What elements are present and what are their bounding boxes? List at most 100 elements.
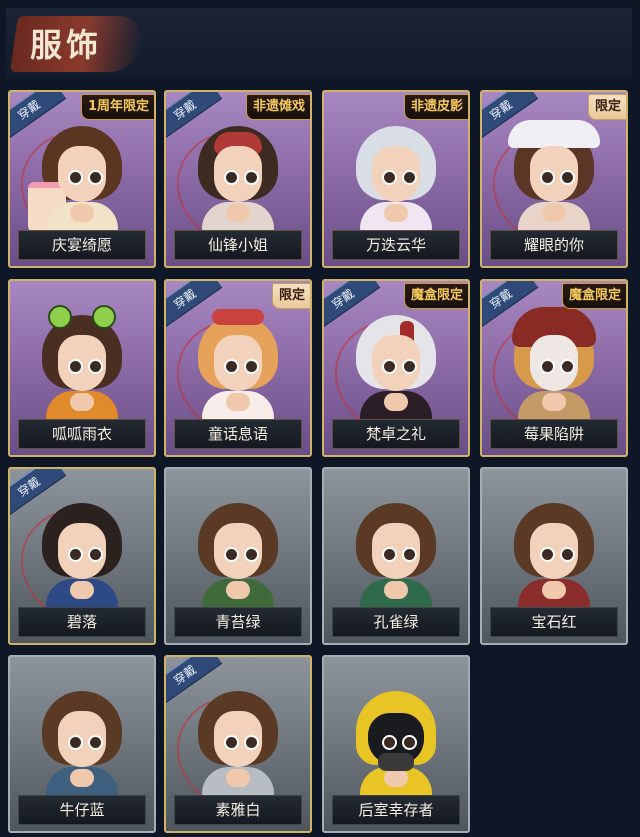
costume-card[interactable]: 穿戴 限定 耀眼的你 — [480, 90, 628, 268]
page-title: 服饰 — [30, 26, 103, 64]
costume-card[interactable]: 穿戴 碧落 — [8, 467, 156, 645]
hands-shape — [384, 204, 408, 222]
character-portrait — [192, 126, 284, 232]
character-portrait — [508, 120, 600, 232]
left-eye-icon — [540, 359, 555, 374]
limited-badge: 1周年限定 — [80, 94, 154, 120]
costume-card[interactable]: 穿戴 非遗傩戏 仙锋小姐 — [164, 90, 312, 268]
costume-name: 庆宴绮愿 — [18, 230, 146, 260]
hands-shape — [542, 204, 566, 222]
character-portrait — [28, 126, 128, 232]
costume-card[interactable]: 牛仔蓝 — [8, 655, 156, 833]
left-eye-icon — [68, 547, 83, 562]
left-eye-icon — [382, 359, 397, 374]
left-eye-icon — [68, 170, 83, 185]
limited-badge: 非遗傩戏 — [245, 94, 310, 120]
costume-name: 素雅白 — [174, 795, 302, 825]
right-eye-icon — [88, 735, 103, 750]
character-portrait — [508, 503, 600, 609]
costume-name: 呱呱雨衣 — [18, 419, 146, 449]
right-eye-icon — [402, 735, 417, 750]
character-portrait — [192, 309, 284, 421]
right-eye-icon — [560, 359, 575, 374]
character-portrait — [192, 691, 284, 797]
costume-name: 后室幸存者 — [332, 795, 460, 825]
hair-bow-icon — [212, 309, 264, 325]
left-eye-icon — [224, 170, 239, 185]
left-eye-icon — [224, 359, 239, 374]
costume-name: 仙锋小姐 — [174, 230, 302, 260]
left-eye-icon — [68, 735, 83, 750]
right-eye-icon — [244, 735, 259, 750]
left-eye-icon — [382, 547, 397, 562]
left-eye-icon — [382, 735, 397, 750]
hands-shape — [384, 393, 408, 411]
costume-name: 耀眼的你 — [490, 230, 618, 260]
costume-card[interactable]: 宝石红 — [480, 467, 628, 645]
right-eye-icon — [402, 170, 417, 185]
right-eye-icon — [244, 359, 259, 374]
left-eye-icon — [540, 170, 555, 185]
character-portrait — [350, 126, 442, 232]
hands-shape — [226, 769, 250, 787]
hands-shape — [70, 204, 94, 222]
frog-hat-icon — [48, 305, 116, 329]
character-portrait — [192, 503, 284, 609]
left-eye-icon — [224, 547, 239, 562]
character-portrait — [508, 307, 600, 421]
hands-shape — [226, 393, 250, 411]
limited-badge: 非遗皮影 — [403, 94, 468, 120]
hands-shape — [542, 393, 566, 411]
costume-name: 莓果陷阱 — [490, 419, 618, 449]
hands-shape — [384, 769, 408, 787]
costume-name: 梵卓之礼 — [332, 419, 460, 449]
costume-card[interactable]: 穿戴 1周年限定 庆宴绮愿 — [8, 90, 156, 268]
character-portrait — [36, 691, 128, 797]
cowboy-hat-icon — [508, 120, 600, 148]
hands-shape — [70, 393, 94, 411]
right-eye-icon — [244, 170, 259, 185]
right-eye-icon — [402, 547, 417, 562]
limited-badge: 限定 — [587, 94, 626, 120]
costume-card[interactable]: 孔雀绿 — [322, 467, 470, 645]
costume-card[interactable]: 后室幸存者 — [322, 655, 470, 833]
left-eye-icon — [224, 735, 239, 750]
hands-shape — [70, 769, 94, 787]
costume-card[interactable]: 非遗皮影 万迭云华 — [322, 90, 470, 268]
costume-name: 宝石红 — [490, 607, 618, 637]
costume-name: 牛仔蓝 — [18, 795, 146, 825]
right-eye-icon — [88, 547, 103, 562]
costume-card[interactable]: 呱呱雨衣 — [8, 279, 156, 457]
hands-shape — [384, 581, 408, 599]
costume-name: 童话息语 — [174, 419, 302, 449]
right-eye-icon — [244, 547, 259, 562]
right-eye-icon — [402, 359, 417, 374]
character-portrait — [350, 315, 442, 421]
costume-card[interactable]: 穿戴 素雅白 — [164, 655, 312, 833]
limited-badge: 魔盒限定 — [561, 283, 626, 309]
character-portrait — [350, 503, 442, 609]
costume-card[interactable]: 穿戴 限定 童话息语 — [164, 279, 312, 457]
limited-badge: 限定 — [271, 283, 310, 309]
costume-card[interactable]: 穿戴 魔盒限定 梵卓之礼 — [322, 279, 470, 457]
right-eye-icon — [88, 170, 103, 185]
right-eye-icon — [560, 547, 575, 562]
left-eye-icon — [382, 170, 397, 185]
right-eye-icon — [88, 359, 103, 374]
left-eye-icon — [68, 359, 83, 374]
hands-shape — [226, 581, 250, 599]
costume-card[interactable]: 穿戴 魔盒限定 莓果陷阱 — [480, 279, 628, 457]
character-portrait — [36, 305, 128, 421]
limited-badge: 魔盒限定 — [403, 283, 468, 309]
costume-card[interactable]: 青苔绿 — [164, 467, 312, 645]
right-eye-icon — [560, 170, 575, 185]
hands-shape — [542, 581, 566, 599]
costume-name: 碧落 — [18, 607, 146, 637]
hands-shape — [70, 581, 94, 599]
character-portrait — [350, 691, 442, 797]
hands-shape — [226, 204, 250, 222]
left-eye-icon — [540, 547, 555, 562]
gas-mask-icon — [378, 753, 414, 771]
character-portrait — [36, 503, 128, 609]
header-bar: 服饰 — [6, 8, 632, 78]
